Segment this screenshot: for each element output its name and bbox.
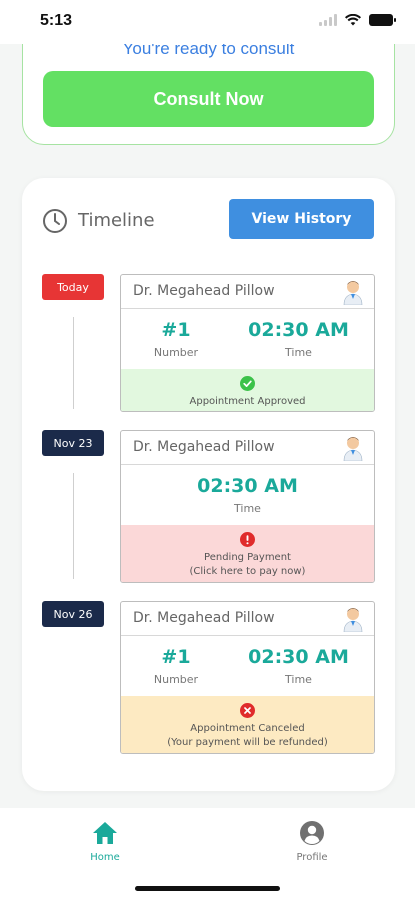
status-time: 5:13 [40,12,73,29]
nav-home-label: Home [90,852,120,863]
timeline-title: Timeline [78,210,155,231]
nav-profile[interactable]: Profile [282,820,342,863]
time-label: Time [285,673,312,686]
clock-icon [43,209,67,233]
date-badge-today: Today [42,274,104,300]
appointment-time: 02:30 AM [248,646,349,668]
home-icon [93,822,117,844]
status-text: Pending Payment [204,551,291,563]
appointment-header: Dr. Megahead Pillow [121,431,374,465]
x-circle-icon [240,702,255,718]
doctor-avatar-icon [343,608,363,632]
status-pending-payment[interactable]: Pending Payment (Click here to pay now) [121,525,374,582]
number-label: Number [153,346,199,359]
appointment-time: 02:30 AM [248,319,349,341]
date-badge: Nov 26 [42,601,104,627]
appointment-card[interactable]: Dr. Megahead Pillow #1 Number 02:30 AM T… [120,601,375,754]
battery-icon [369,14,396,26]
timeline-connector [73,473,74,579]
number-label: Number [153,673,199,686]
wifi-icon [345,14,361,26]
appointment-number: #1 [161,319,191,341]
doctor-name: Dr. Megahead Pillow [133,610,275,626]
appointment-card[interactable]: Dr. Megahead Pillow #1 Number 02:30 AM T… [120,274,375,412]
nav-home[interactable]: Home [75,820,135,863]
appointment-body: #1 Number 02:30 AM Time [121,309,374,369]
home-indicator [135,886,280,891]
timeline-connector [73,317,74,409]
appointment-header: Dr. Megahead Pillow [121,602,374,636]
doctor-name: Dr. Megahead Pillow [133,439,275,455]
status-bar: 5:13 [0,0,415,44]
status-text: Appointment Canceled [190,722,305,734]
doctor-name: Dr. Megahead Pillow [133,283,275,299]
check-circle-icon [240,375,255,391]
appointment-number: #1 [161,646,191,668]
appointment-card[interactable]: Dr. Megahead Pillow 02:30 AM Time Pendin… [120,430,375,583]
appointment-time: 02:30 AM [197,475,298,497]
appointment-body: 02:30 AM Time [121,465,374,525]
consult-now-button[interactable]: Consult Now [43,71,374,127]
doctor-avatar-icon [343,437,363,461]
time-label: Time [285,346,312,359]
status-icons [319,14,396,26]
profile-icon [300,821,324,845]
status-approved: Appointment Approved [121,369,374,411]
signal-icon [319,14,337,26]
time-label: Time [234,502,261,515]
timeline-card: Timeline View History Today Dr. Megahead… [22,178,395,791]
status-canceled: Appointment Canceled (Your payment will … [121,696,374,753]
appointment-header: Dr. Megahead Pillow [121,275,374,309]
status-text: Appointment Approved [189,395,306,407]
appointment-body: #1 Number 02:30 AM Time [121,636,374,696]
date-badge: Nov 23 [42,430,104,456]
status-subtext: (Click here to pay now) [189,565,306,577]
doctor-avatar-icon [343,281,363,305]
nav-profile-label: Profile [296,852,328,863]
view-history-button[interactable]: View History [229,199,374,239]
exclamation-circle-icon [240,531,255,547]
status-subtext: (Your payment will be refunded) [167,736,328,748]
